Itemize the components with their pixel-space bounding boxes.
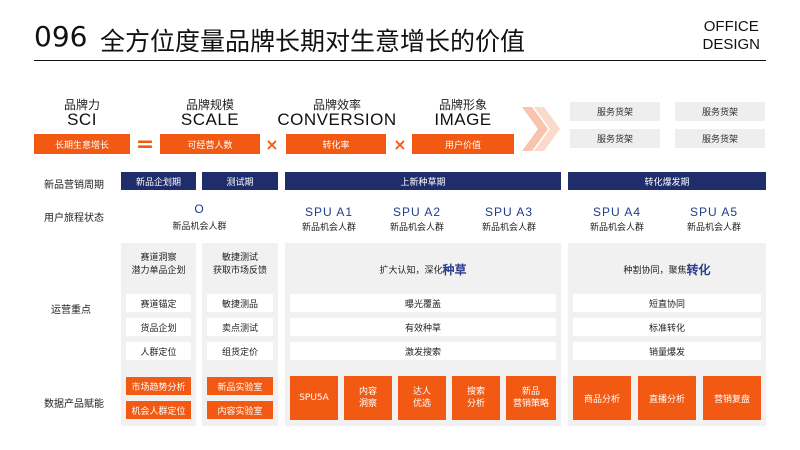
header-divider (34, 60, 766, 61)
journey-spu-a2: SPU A2 (392, 205, 442, 219)
ops-col2-item-2: 卖点测试 (207, 318, 273, 336)
ops-col2-heading-line2: 获取市场反馈 (212, 266, 267, 276)
ops-col1-item-2: 货品企划 (126, 318, 191, 336)
chevron-right-icon (522, 107, 560, 151)
slide-number: 096 (34, 20, 88, 53)
ops-col1-heading-line2: 潜力单品企划 (131, 266, 186, 276)
ops-col4-heading-accent: 转化 (686, 262, 711, 277)
journey-spu-a1-crowd: 新品机会人群 (301, 223, 356, 233)
multiply-operator-1: × (265, 134, 279, 154)
data-content-lab: 内容实验室 (207, 401, 273, 419)
journey-spu-a5-crowd: 新品机会人群 (686, 223, 741, 233)
journey-spu-a2-crowd: 新品机会人群 (389, 223, 444, 233)
data-product-analysis: 商品分析 (573, 376, 631, 420)
journey-spu-a1: SPU A1 (304, 205, 354, 219)
data-spu5a: SPU5A (290, 376, 338, 420)
ops-col1-item-3: 人群定位 (126, 342, 191, 360)
equals-operator: = (135, 131, 155, 157)
ops-col4-heading: 种割协同，聚焦 转化 (568, 258, 766, 280)
data-new-product-lab: 新品实验室 (207, 377, 273, 395)
data-search-analysis: 搜索 分析 (452, 376, 500, 420)
ops-col1-heading-line1: 赛道洞察 (140, 253, 177, 263)
brand-line-2: DESIGN (702, 36, 760, 53)
service-shelf-1: 服务货架 (570, 102, 660, 121)
ops-col1-heading: 赛道洞察 潜力单品企划 (121, 250, 196, 280)
formula-term-1-en: SCI (67, 110, 97, 129)
formula-term-4-box: 用户价值 (412, 134, 514, 154)
journey-spu-a3: SPU A3 (484, 205, 534, 219)
journey-spu-a3-crowd: 新品机会人群 (481, 223, 536, 233)
ops-col3-heading-accent: 种草 (442, 262, 467, 277)
ops-col1-item-1: 赛道锚定 (126, 294, 191, 312)
page-title: 全方位度量品牌长期对生意增长的价值 (100, 27, 526, 56)
ops-col3-heading-text: 扩大认知，深化 (379, 265, 443, 276)
data-new-product-strategy: 新品 营销策略 (506, 376, 556, 420)
phase-seeding: 上新种草期 (285, 172, 561, 190)
ops-col3-item-2: 有效种草 (290, 318, 556, 336)
data-live-analysis: 直播分析 (638, 376, 696, 420)
ops-col2-heading-line1: 敏捷测试 (221, 253, 258, 263)
ops-col4-item-2: 标准转化 (573, 318, 761, 336)
formula-term-4-en: IMAGE (434, 110, 492, 129)
row-label-journey: 用户旅程状态 (44, 213, 104, 224)
multiply-operator-2: × (393, 134, 407, 154)
ops-col2-heading: 敏捷测试 获取市场反馈 (202, 250, 278, 280)
ops-col4-item-3: 销量爆发 (573, 342, 761, 360)
phase-planning: 新品企划期 (121, 172, 196, 190)
row-label-ops: 运营重点 (51, 305, 91, 316)
row-label-cycle: 新品营销周期 (44, 180, 104, 191)
journey-spu-a4: SPU A4 (592, 205, 642, 219)
data-kol-selection: 达人 优选 (398, 376, 446, 420)
journey-spu-a4-crowd: 新品机会人群 (589, 223, 644, 233)
ops-col4-heading-text: 种割协同，聚焦 (623, 265, 687, 276)
formula-term-3-en: CONVERSION (277, 110, 397, 129)
formula-term-1-box: 长期生意增长 (34, 134, 130, 154)
ops-col2-item-1: 敏捷测品 (207, 294, 273, 312)
ops-col4-item-1: 短直协同 (573, 294, 761, 312)
service-shelf-2: 服务货架 (675, 102, 765, 121)
ops-col3-item-1: 曝光覆盖 (290, 294, 556, 312)
brand-logo-text: OFFICE DESIGN (702, 18, 760, 54)
formula-term-3-box: 转化率 (286, 134, 386, 154)
data-opportunity-crowd: 机会人群定位 (126, 401, 191, 419)
row-label-data: 数据产品赋能 (44, 399, 104, 410)
journey-o-crowd: 新品机会人群 (172, 222, 227, 232)
phase-conversion: 转化爆发期 (568, 172, 766, 190)
service-shelf-3: 服务货架 (570, 129, 660, 148)
formula-term-2-en: SCALE (180, 110, 240, 129)
ops-col2-item-3: 组货定价 (207, 342, 273, 360)
journey-spu-a5: SPU A5 (689, 205, 739, 219)
journey-o-label: O (194, 202, 205, 216)
phase-testing: 测试期 (202, 172, 278, 190)
formula-term-2-box: 可经营人数 (160, 134, 260, 154)
service-shelf-4: 服务货架 (675, 129, 765, 148)
data-market-trend: 市场趋势分析 (126, 377, 191, 395)
ops-col3-item-3: 激发搜索 (290, 342, 556, 360)
ops-col3-heading: 扩大认知，深化 种草 (285, 258, 561, 280)
data-marketing-review: 营销复盘 (703, 376, 761, 420)
data-content-insight: 内容 洞察 (344, 376, 392, 420)
brand-line-1: OFFICE (703, 18, 759, 35)
